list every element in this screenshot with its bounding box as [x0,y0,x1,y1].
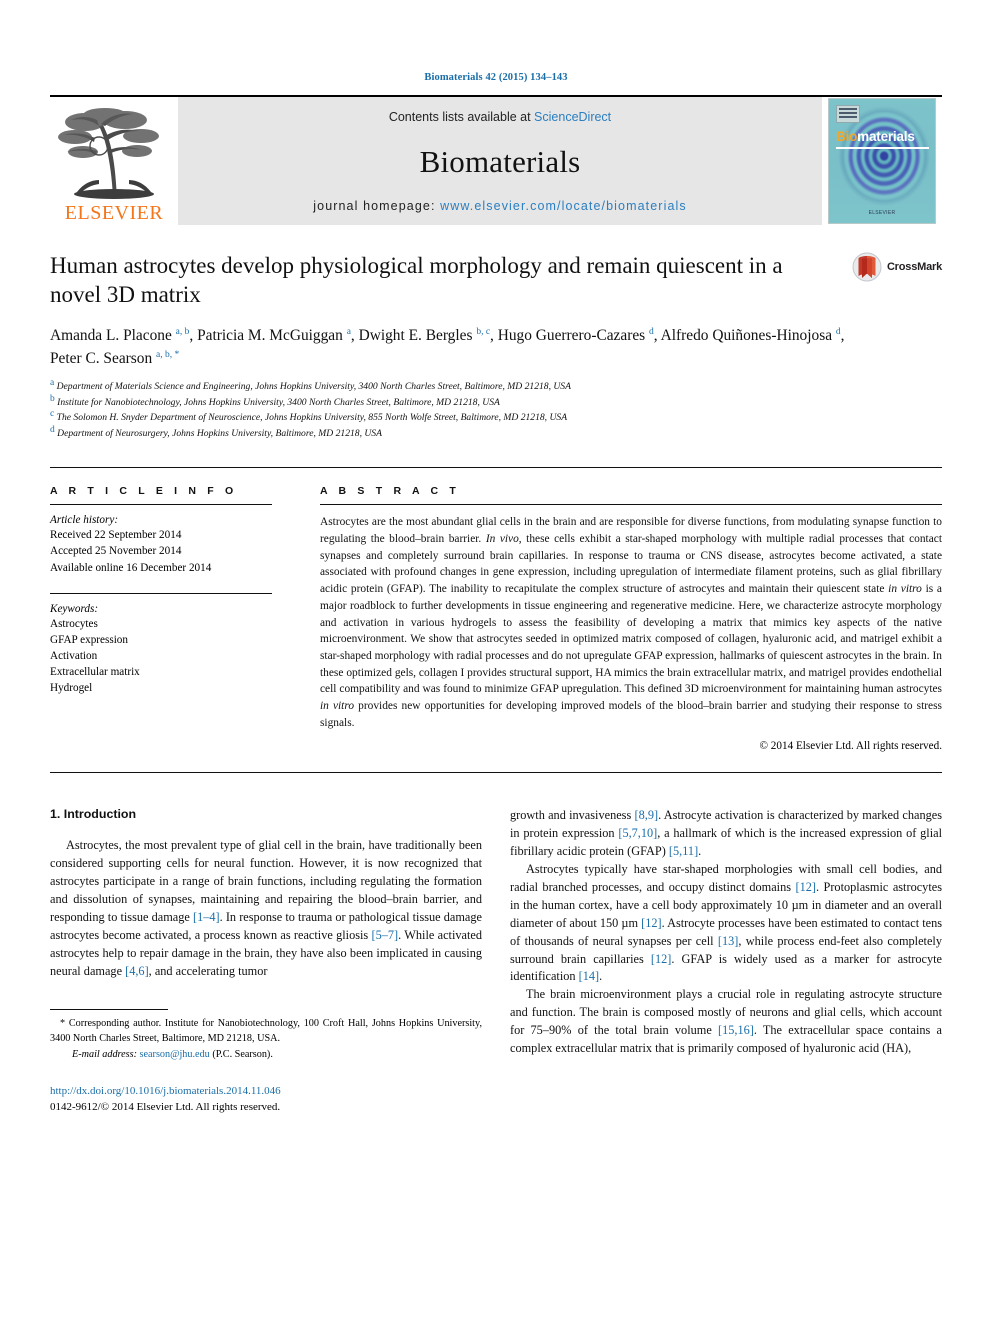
crossmark-label: CrossMark [886,261,942,273]
abstract-text: Astrocytes are the most abundant glial c… [320,516,942,729]
cover-badge-icon [836,105,860,123]
journal-title: Biomaterials [419,143,581,179]
masthead-center: Contents lists available at ScienceDirec… [178,97,822,225]
author-name: Patricia M. McGuiggan [197,326,347,344]
elsevier-wordmark: ELSEVIER [64,202,164,224]
title-area: Human astrocytes develop physiological m… [50,252,942,441]
info-abstract-block: A R T I C L E I N F O Article history: R… [50,467,942,752]
paragraph: Astrocytes typically have star-shaped mo… [510,862,943,984]
keyword-item: Astrocytes [50,617,98,630]
article-history-label: Article history: [50,514,119,527]
cover-artwork: Biomaterials ELSEVIER [828,98,936,224]
article-info-column: A R T I C L E I N F O Article history: R… [50,485,272,752]
author-list: Amanda L. Placone a, b, Patricia M. McGu… [50,324,850,370]
keyword-item: GFAP expression [50,633,128,646]
homepage-prefix: journal homepage: [313,199,441,213]
cover-footer-text: ELSEVIER [868,210,896,216]
body-columns: 1. Introduction Astrocytes, the most pre… [50,807,942,1116]
paragraph: Astrocytes, the most prevalent type of g… [50,838,482,978]
running-head: Biomaterials 42 (2015) 134–143 [424,72,568,83]
article-page: Biomaterials 42 (2015) 134–143 ELSEVIER … [0,0,992,1323]
affiliation-item: c The Solomon H. Snyder Department of Ne… [50,409,942,426]
affiliation-item: d Department of Neurosurgery, Johns Hopk… [50,425,942,442]
history-item: Accepted 25 November 2014 [50,545,182,558]
section-heading-introduction: 1. Introduction [50,807,137,822]
author-name: Alfredo Quiñones-Hinojosa [660,326,836,344]
author-name: Amanda L. Placone [50,326,176,344]
affiliation-item: a Department of Materials Science and En… [50,378,942,395]
abstract-bottom-rule [50,772,942,774]
footnote-rule [50,1008,168,1010]
paragraph: growth and invasiveness [8,9]. Astrocyte… [510,808,942,859]
paragraph: The brain microenvironment plays a cruci… [510,987,942,1055]
body-column-left: 1. Introduction Astrocytes, the most pre… [50,807,482,1116]
cover-title-materials: materials [857,129,915,144]
email-link[interactable]: searson@jhu.edu [140,1049,210,1060]
keyword-item: Extracellular matrix [50,666,140,679]
article-info-heading: A R T I C L E I N F O [50,485,238,498]
issn-copyright-line: 0142-9612/© 2014 Elsevier Ltd. All right… [50,1101,281,1114]
email-label: E-mail address: [72,1049,137,1061]
author-name: Peter C. Searson [50,350,157,368]
author-separator: , [840,326,845,344]
journal-masthead: ELSEVIER Contents lists available at Sci… [50,95,942,225]
affiliation-text: The Solomon H. Snyder Department of Neur… [54,412,568,424]
author-separator: , [189,326,198,344]
page-title: Human astrocytes develop physiological m… [50,253,783,307]
sciencedirect-link[interactable]: ScienceDirect [534,110,611,124]
author-separator: , [350,326,359,344]
footnote-block: * Corresponding author. Institute for Na… [50,1008,482,1117]
keywords-label: Keywords: [50,602,99,615]
contents-prefix: Contents lists available at [388,110,535,124]
crossmark-icon [852,252,882,282]
journal-homepage-line: journal homepage: www.elsevier.com/locat… [313,199,686,213]
author-affiliation-mark: a, b, * [156,349,180,360]
doi-link[interactable]: http://dx.doi.org/10.1016/j.biomaterials… [50,1084,482,1100]
keywords-rule [50,592,272,594]
body-column-right: growth and invasiveness [8,9]. Astrocyte… [510,807,942,1116]
author-name: Hugo Guerrero-Cazares [497,326,650,344]
abstract-copyright: © 2014 Elsevier Ltd. All rights reserved… [759,740,943,753]
author-separator: , [653,326,661,344]
keyword-list: Astrocytes GFAP expression Activation Ex… [50,616,272,697]
elsevier-logo: ELSEVIER [50,97,178,225]
affiliation-text: Department of Materials Science and Engi… [54,381,571,393]
keyword-item: Activation [50,649,98,662]
journal-homepage-link[interactable]: www.elsevier.com/locate/biomaterials [440,199,687,213]
keyword-item: Hydrogel [50,682,93,695]
article-history-list: Received 22 September 2014 Accepted 25 N… [50,527,272,575]
doi-block: http://dx.doi.org/10.1016/j.biomaterials… [50,1084,482,1116]
abstract-column: A B S T R A C T Astrocytes are the most … [320,485,942,752]
author-affiliation-mark: b, c [476,326,491,337]
abstract-heading: A B S T R A C T [320,485,460,498]
article-info-rule [50,504,272,506]
affiliation-text: Department of Neurosurgery, Johns Hopkin… [54,427,382,439]
elsevier-tree-icon [58,108,159,199]
affiliation-item: b Institute for Nanobiotechnology, Johns… [50,394,942,411]
author-affiliation-mark: a, b [175,326,190,337]
history-item: Available online 16 December 2014 [50,561,212,574]
corresponding-author-note: * Corresponding author. Institute for Na… [50,1017,482,1044]
contents-available-line: Contents lists available at ScienceDirec… [389,110,611,124]
email-note: E-mail address: searson@jhu.edu (P.C. Se… [50,1047,482,1062]
affiliation-text: Institute for Nanobiotechnology, Johns H… [54,396,500,408]
email-suffix: (P.C. Searson). [212,1049,273,1061]
history-item: Received 22 September 2014 [50,529,182,542]
abstract-rule [320,504,942,506]
author-name: Dwight E. Bergles [358,326,477,344]
affiliation-list: a Department of Materials Science and En… [50,378,942,442]
journal-cover-thumbnail: Biomaterials ELSEVIER [822,97,942,225]
crossmark-badge[interactable]: CrossMark [852,252,942,282]
author-separator: , [490,326,498,344]
cover-rule [836,147,929,149]
cover-title: Biomaterials [836,129,915,144]
cover-title-bio: Bio [836,129,858,144]
